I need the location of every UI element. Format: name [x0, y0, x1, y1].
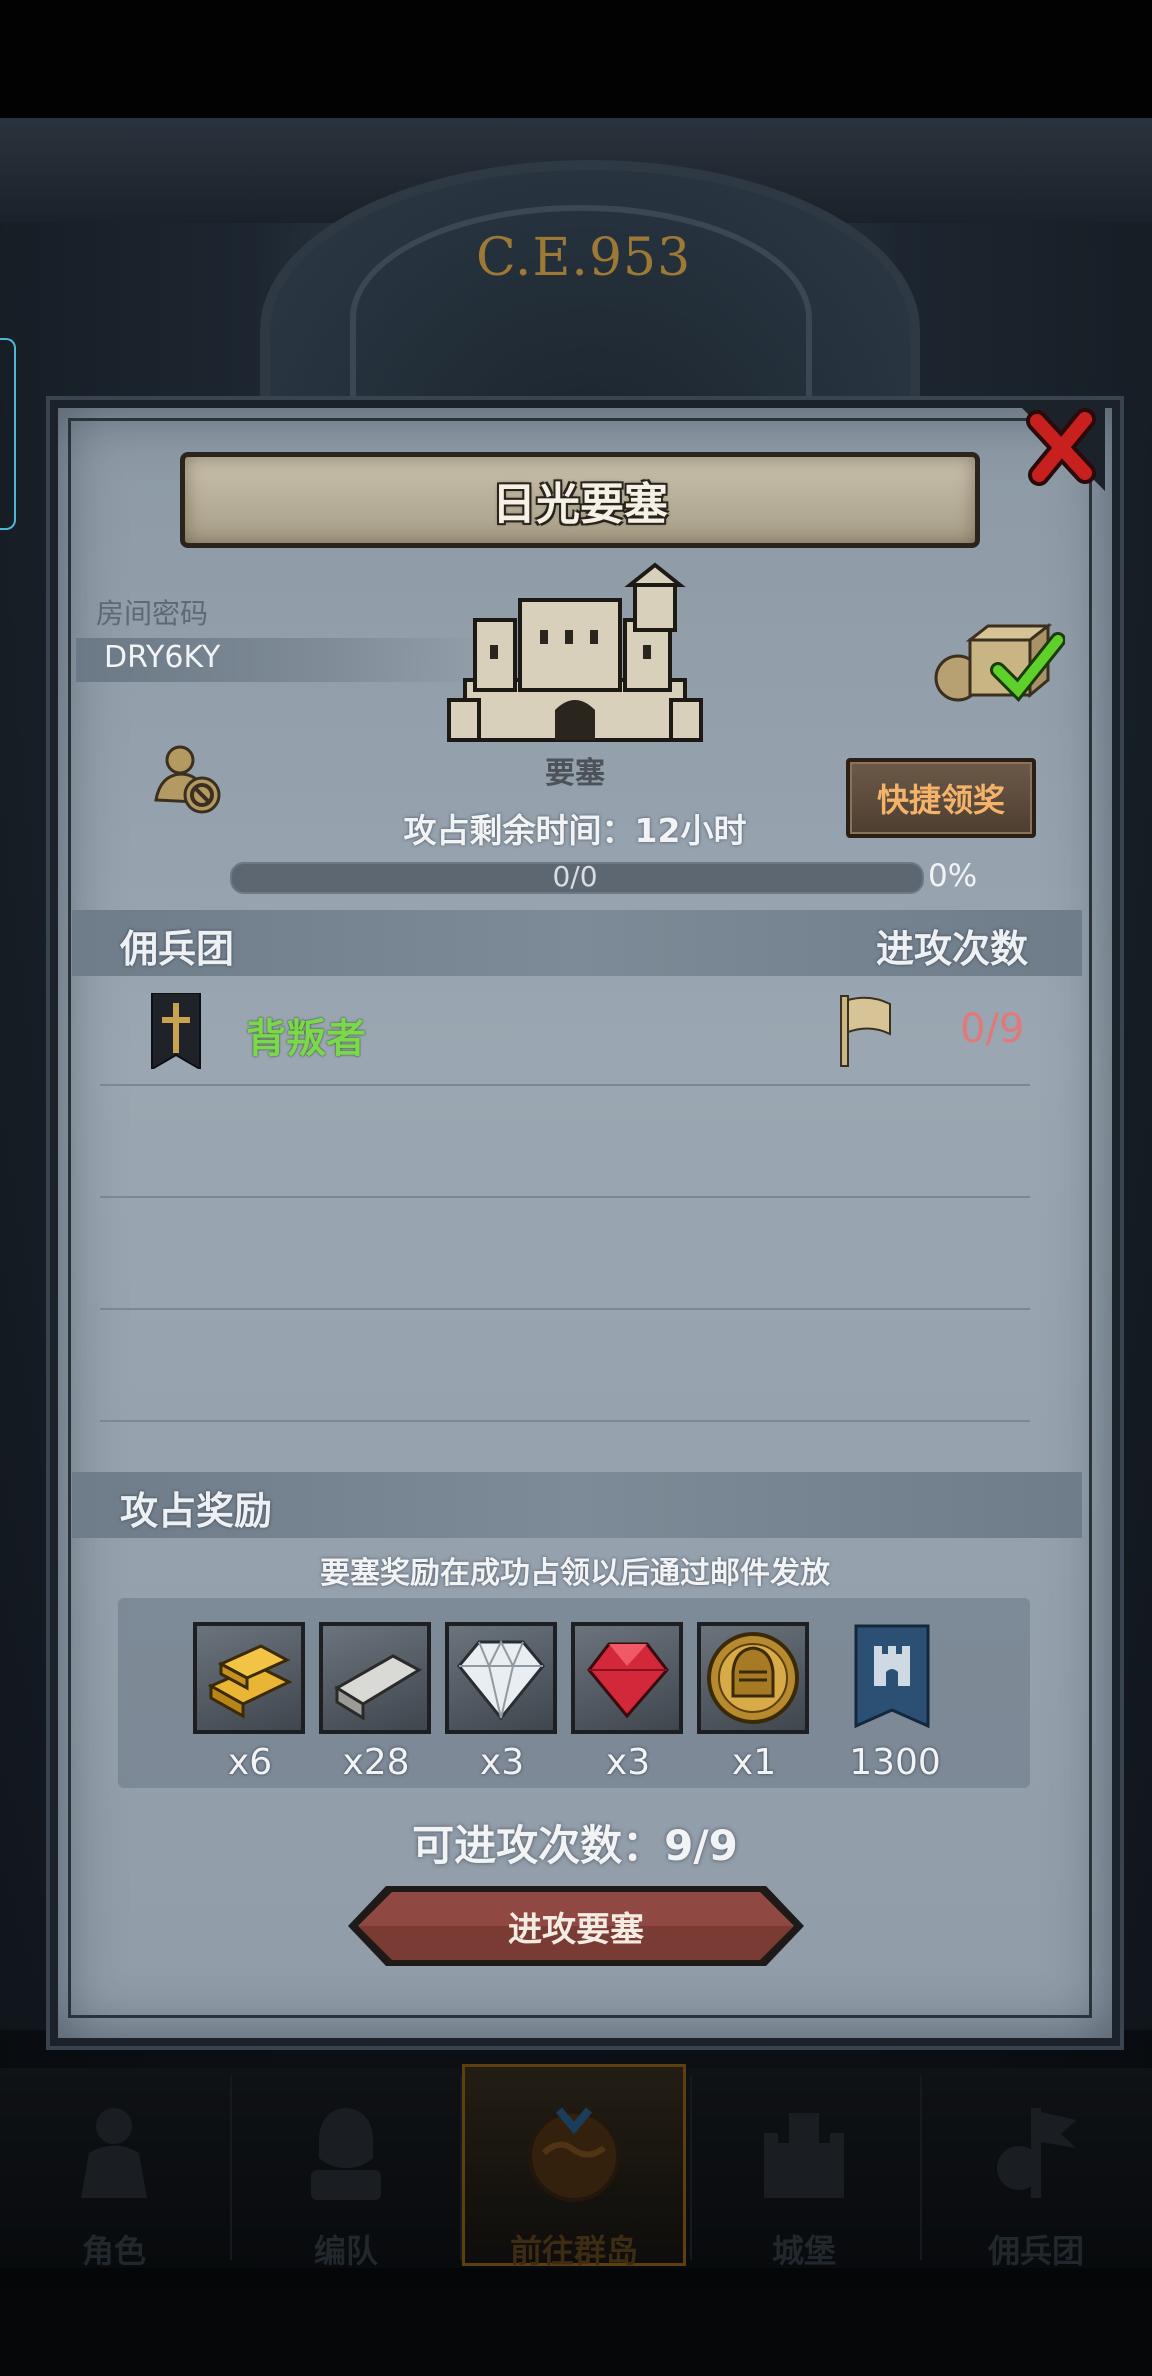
progress-percent: 0%: [928, 858, 978, 894]
attack-fortress-button[interactable]: 进攻要塞: [346, 1884, 806, 1968]
modal-title: 日光要塞: [180, 452, 980, 548]
time-remaining: 攻占剩余时间：12小时: [403, 811, 747, 850]
no-player-icon[interactable]: [150, 740, 230, 820]
available-attempts: 可进攻次数：9/9: [412, 1821, 738, 1870]
reward-qty: x3: [479, 1742, 525, 1783]
dim-overlay: [0, 2030, 1152, 2376]
room-password-label: 房间密码: [96, 597, 209, 630]
reward-qty: x3: [605, 1742, 651, 1783]
reward-item[interactable]: [193, 1622, 305, 1734]
close-button[interactable]: [1010, 400, 1110, 492]
fortress-label: 要塞: [545, 756, 605, 791]
fortress-banner-icon[interactable]: [854, 1624, 930, 1734]
status-bar-area: [0, 0, 1152, 118]
quick-claim-button[interactable]: 快捷领奖: [846, 758, 1036, 838]
reward-claimed-icon[interactable]: [930, 620, 1065, 705]
reward-qty: 1300: [849, 1742, 941, 1783]
row-divider: [100, 1084, 1030, 1086]
side-tab[interactable]: [0, 338, 16, 530]
era-label: C.E.953: [476, 228, 692, 288]
reward-note: 要塞奖励在成功占领以后通过邮件发放: [320, 1556, 830, 1591]
silver-bar-icon: [334, 1654, 423, 1721]
reward-qty: x1: [731, 1742, 777, 1783]
row-divider: [100, 1420, 1030, 1422]
mercenary-name[interactable]: 背叛者: [246, 1006, 366, 1064]
ruby-icon: [587, 1642, 669, 1719]
mercenary-banner-icon: [151, 993, 201, 1069]
progress-count: 0/0: [552, 860, 598, 893]
flag-icon: [840, 995, 891, 1067]
gold-bar-icon: [207, 1644, 293, 1719]
reward-qty: x6: [227, 1742, 273, 1783]
row-divider: [100, 1196, 1030, 1198]
helmet-coin-icon: [707, 1632, 799, 1724]
mercenary-attack-count: 0/9: [960, 1006, 1025, 1052]
mercenary-header: 佣兵团: [120, 927, 235, 971]
reward-header: 攻占奖励: [120, 1489, 273, 1533]
diamond-icon: [457, 1639, 545, 1721]
attack-count-header: 进攻次数: [876, 927, 1029, 971]
reward-item[interactable]: [697, 1622, 809, 1734]
fortress-icon: [447, 562, 703, 742]
row-divider: [100, 1308, 1030, 1310]
close-icon: [1015, 401, 1105, 491]
reward-item[interactable]: [445, 1622, 557, 1734]
room-code[interactable]: DRY6KY: [104, 640, 220, 675]
reward-qty: x28: [342, 1742, 410, 1783]
reward-item[interactable]: [571, 1622, 683, 1734]
reward-item[interactable]: [319, 1622, 431, 1734]
